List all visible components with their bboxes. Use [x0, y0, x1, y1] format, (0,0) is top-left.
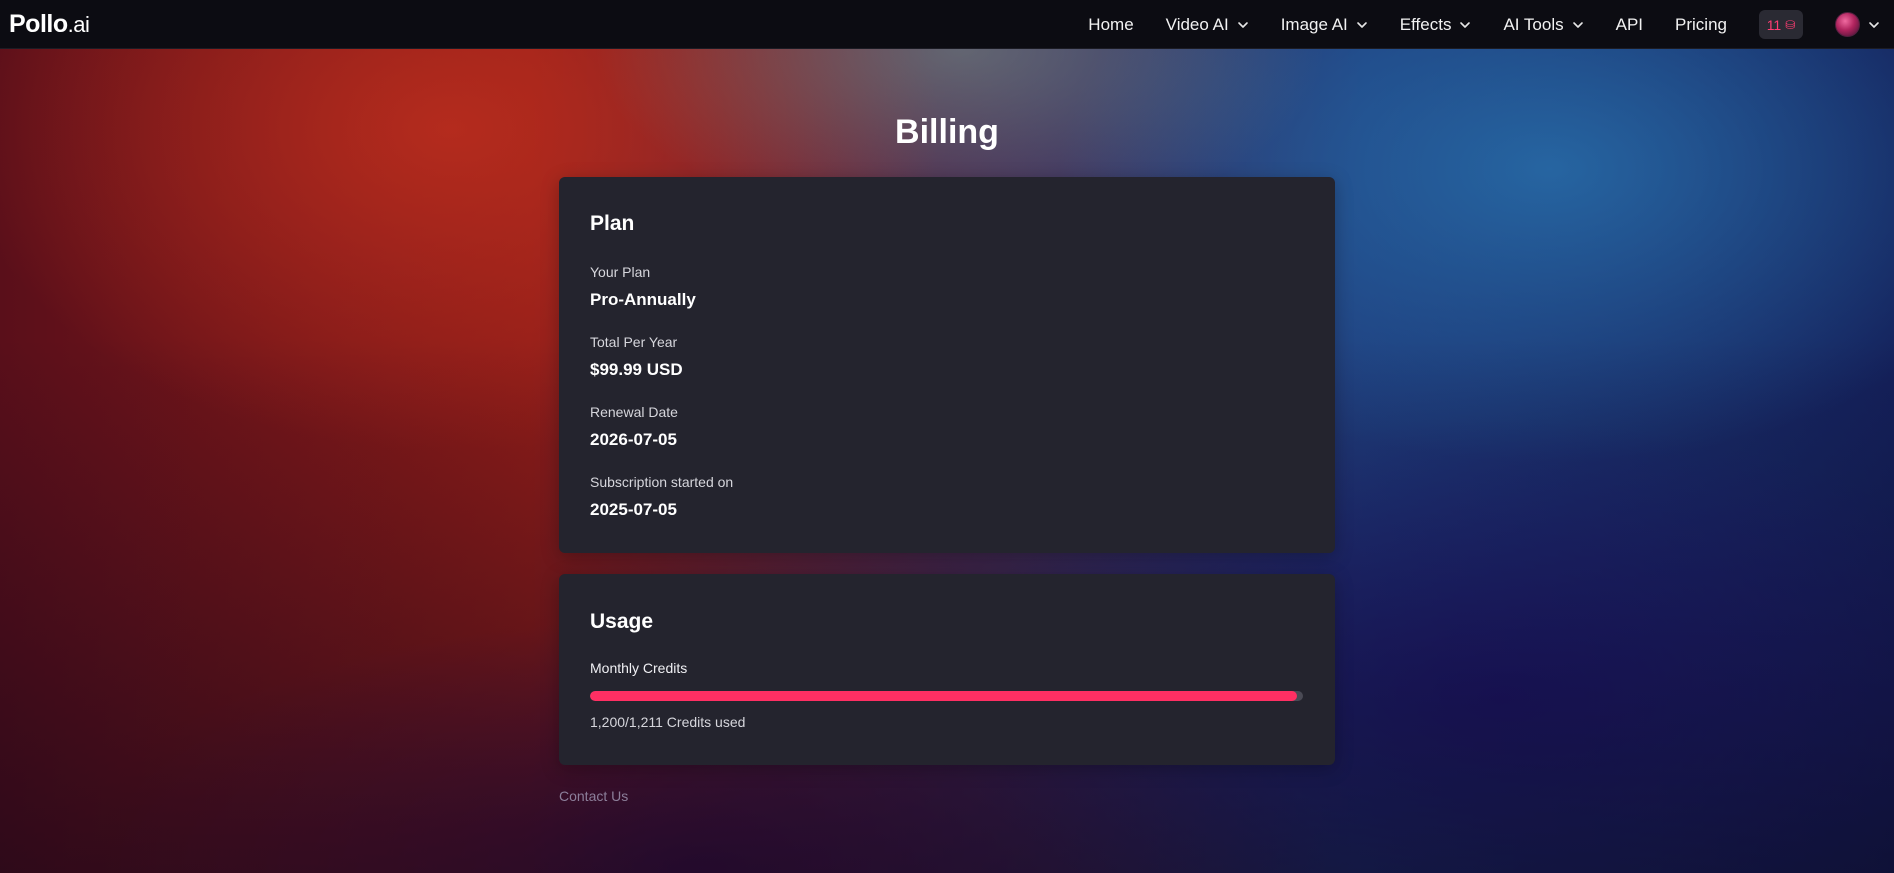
- usage-card: Usage Monthly Credits 1,200/1,211 Credit…: [559, 574, 1335, 765]
- chevron-down-icon: [1460, 21, 1471, 28]
- chevron-down-icon: [1572, 21, 1583, 28]
- nav-effects[interactable]: Effects: [1400, 15, 1472, 35]
- nav-video-ai-label: Video AI: [1165, 14, 1229, 34]
- nav-api[interactable]: API: [1616, 15, 1643, 35]
- contact-us-link[interactable]: Contact Us: [559, 788, 628, 804]
- renewal-date-label: Renewal Date: [590, 404, 678, 420]
- avatar: [1835, 12, 1860, 37]
- plan-card: Plan Your Plan Pro-Annually Total Per Ye…: [559, 177, 1335, 553]
- nav-image-ai-label: Image AI: [1280, 14, 1348, 34]
- chevron-down-icon: [1356, 21, 1367, 28]
- credits-badge[interactable]: 11 ⛁: [1759, 10, 1803, 39]
- logo-suffix-text: .ai: [67, 12, 90, 37]
- credits-used-text: 1,200/1,211 Credits used: [590, 714, 746, 730]
- nav-effects-label: Effects: [1399, 14, 1452, 34]
- credits-progress-fill: [590, 691, 1297, 701]
- nav-home[interactable]: Home: [1088, 15, 1133, 35]
- user-menu[interactable]: [1835, 12, 1880, 37]
- coin-stack-icon: ⛁: [1785, 17, 1796, 32]
- credits-count: 11: [1766, 16, 1782, 33]
- your-plan-label: Your Plan: [590, 264, 651, 280]
- logo-main-text: Pollo: [9, 10, 68, 38]
- nav-home-label: Home: [1088, 14, 1134, 34]
- monthly-credits-label: Monthly Credits: [590, 660, 688, 676]
- total-per-year-value: $99.99 USD: [590, 360, 683, 379]
- plan-card-title: Plan: [590, 212, 635, 235]
- page-title: Billing: [895, 113, 999, 151]
- nav-api-label: API: [1615, 14, 1644, 34]
- your-plan-value: Pro-Annually: [590, 290, 696, 309]
- nav-pricing-label: Pricing: [1675, 14, 1727, 34]
- usage-card-title: Usage: [590, 610, 654, 633]
- top-navbar: Pollo.ai Home Video AI Image AI Effects …: [0, 0, 1894, 49]
- pollo-logo[interactable]: Pollo.ai: [9, 10, 90, 39]
- nav-image-ai[interactable]: Image AI: [1281, 15, 1368, 35]
- chevron-down-icon: [1237, 21, 1248, 28]
- main-nav: Home Video AI Image AI Effects AI Tools …: [1088, 0, 1894, 49]
- chevron-down-icon: [1869, 21, 1879, 28]
- renewal-date-value: 2026-07-05: [590, 430, 677, 449]
- credits-progress-bar: [590, 691, 1303, 701]
- total-per-year-label: Total Per Year: [590, 334, 678, 350]
- nav-ai-tools-label: AI Tools: [1503, 14, 1564, 34]
- nav-pricing[interactable]: Pricing: [1675, 15, 1727, 35]
- subscription-start-value: 2025-07-05: [590, 500, 677, 519]
- nav-ai-tools[interactable]: AI Tools: [1503, 15, 1583, 35]
- nav-video-ai[interactable]: Video AI: [1166, 15, 1249, 35]
- subscription-start-label: Subscription started on: [590, 474, 734, 490]
